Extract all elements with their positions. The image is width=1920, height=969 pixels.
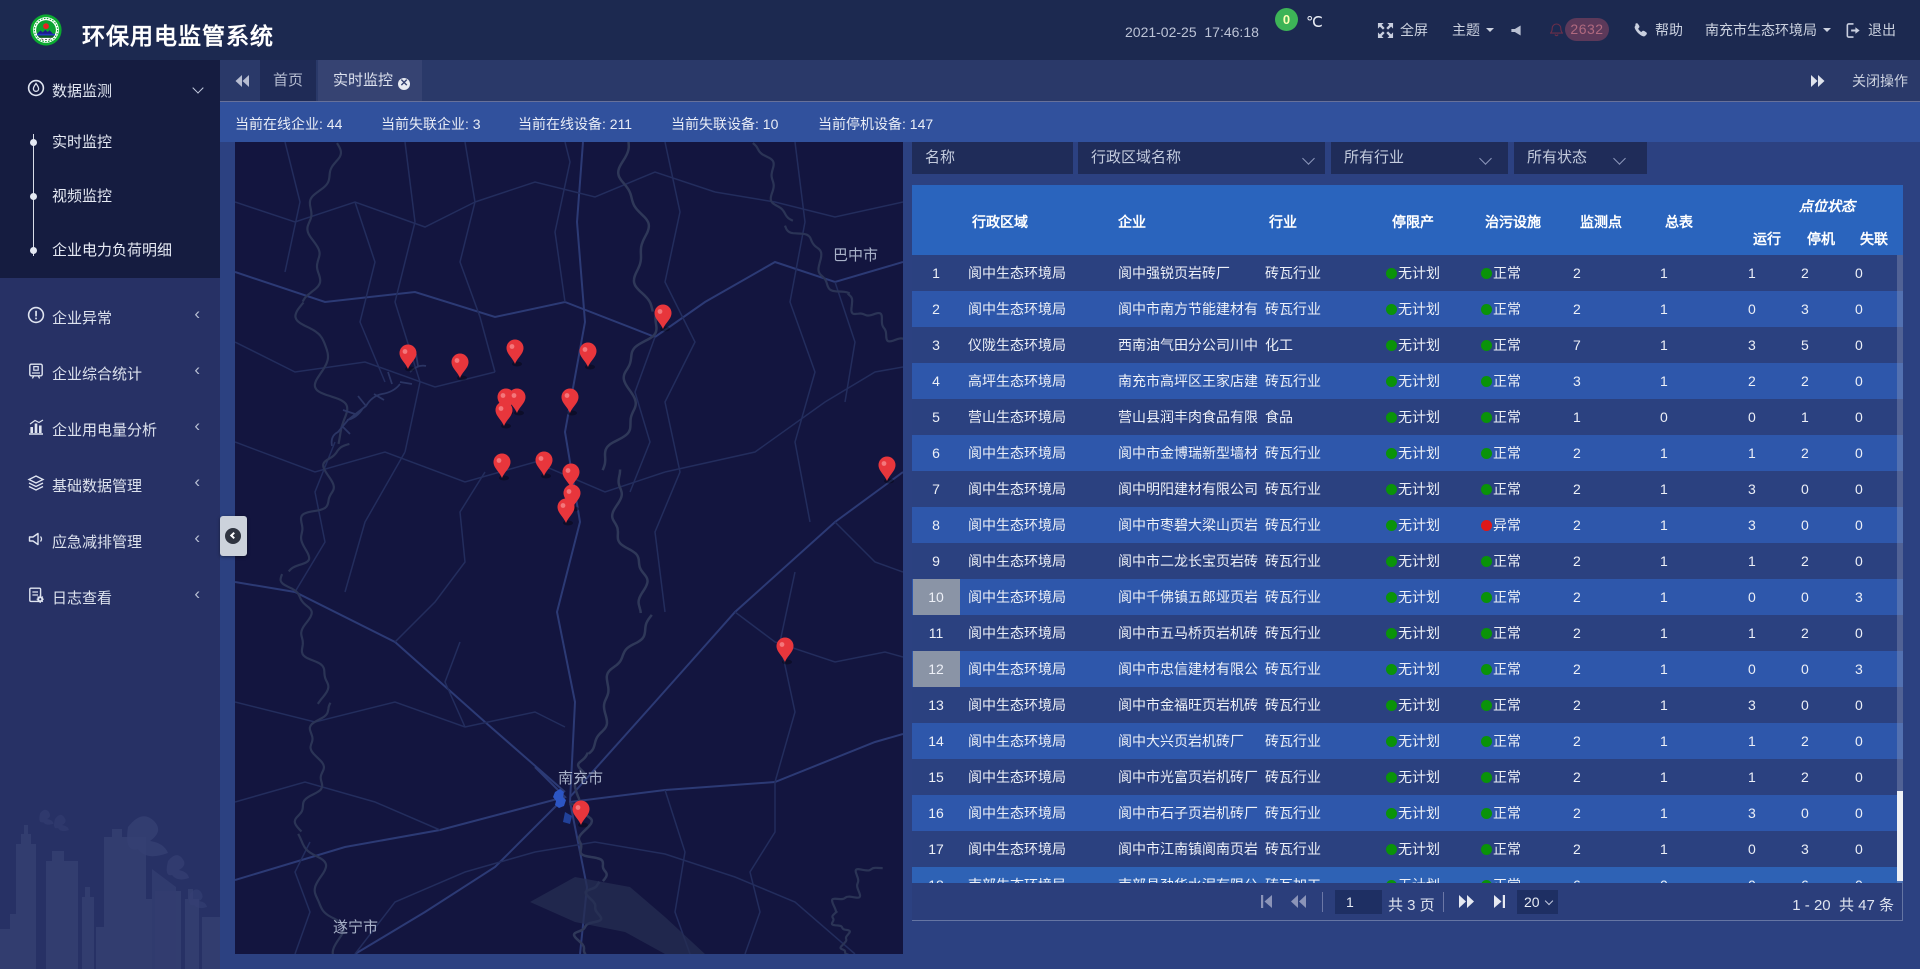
- svg-text:遂宁市: 遂宁市: [333, 919, 378, 936]
- svg-text:巴中市: 巴中市: [833, 247, 878, 264]
- svg-text:南充市: 南充市: [558, 770, 603, 787]
